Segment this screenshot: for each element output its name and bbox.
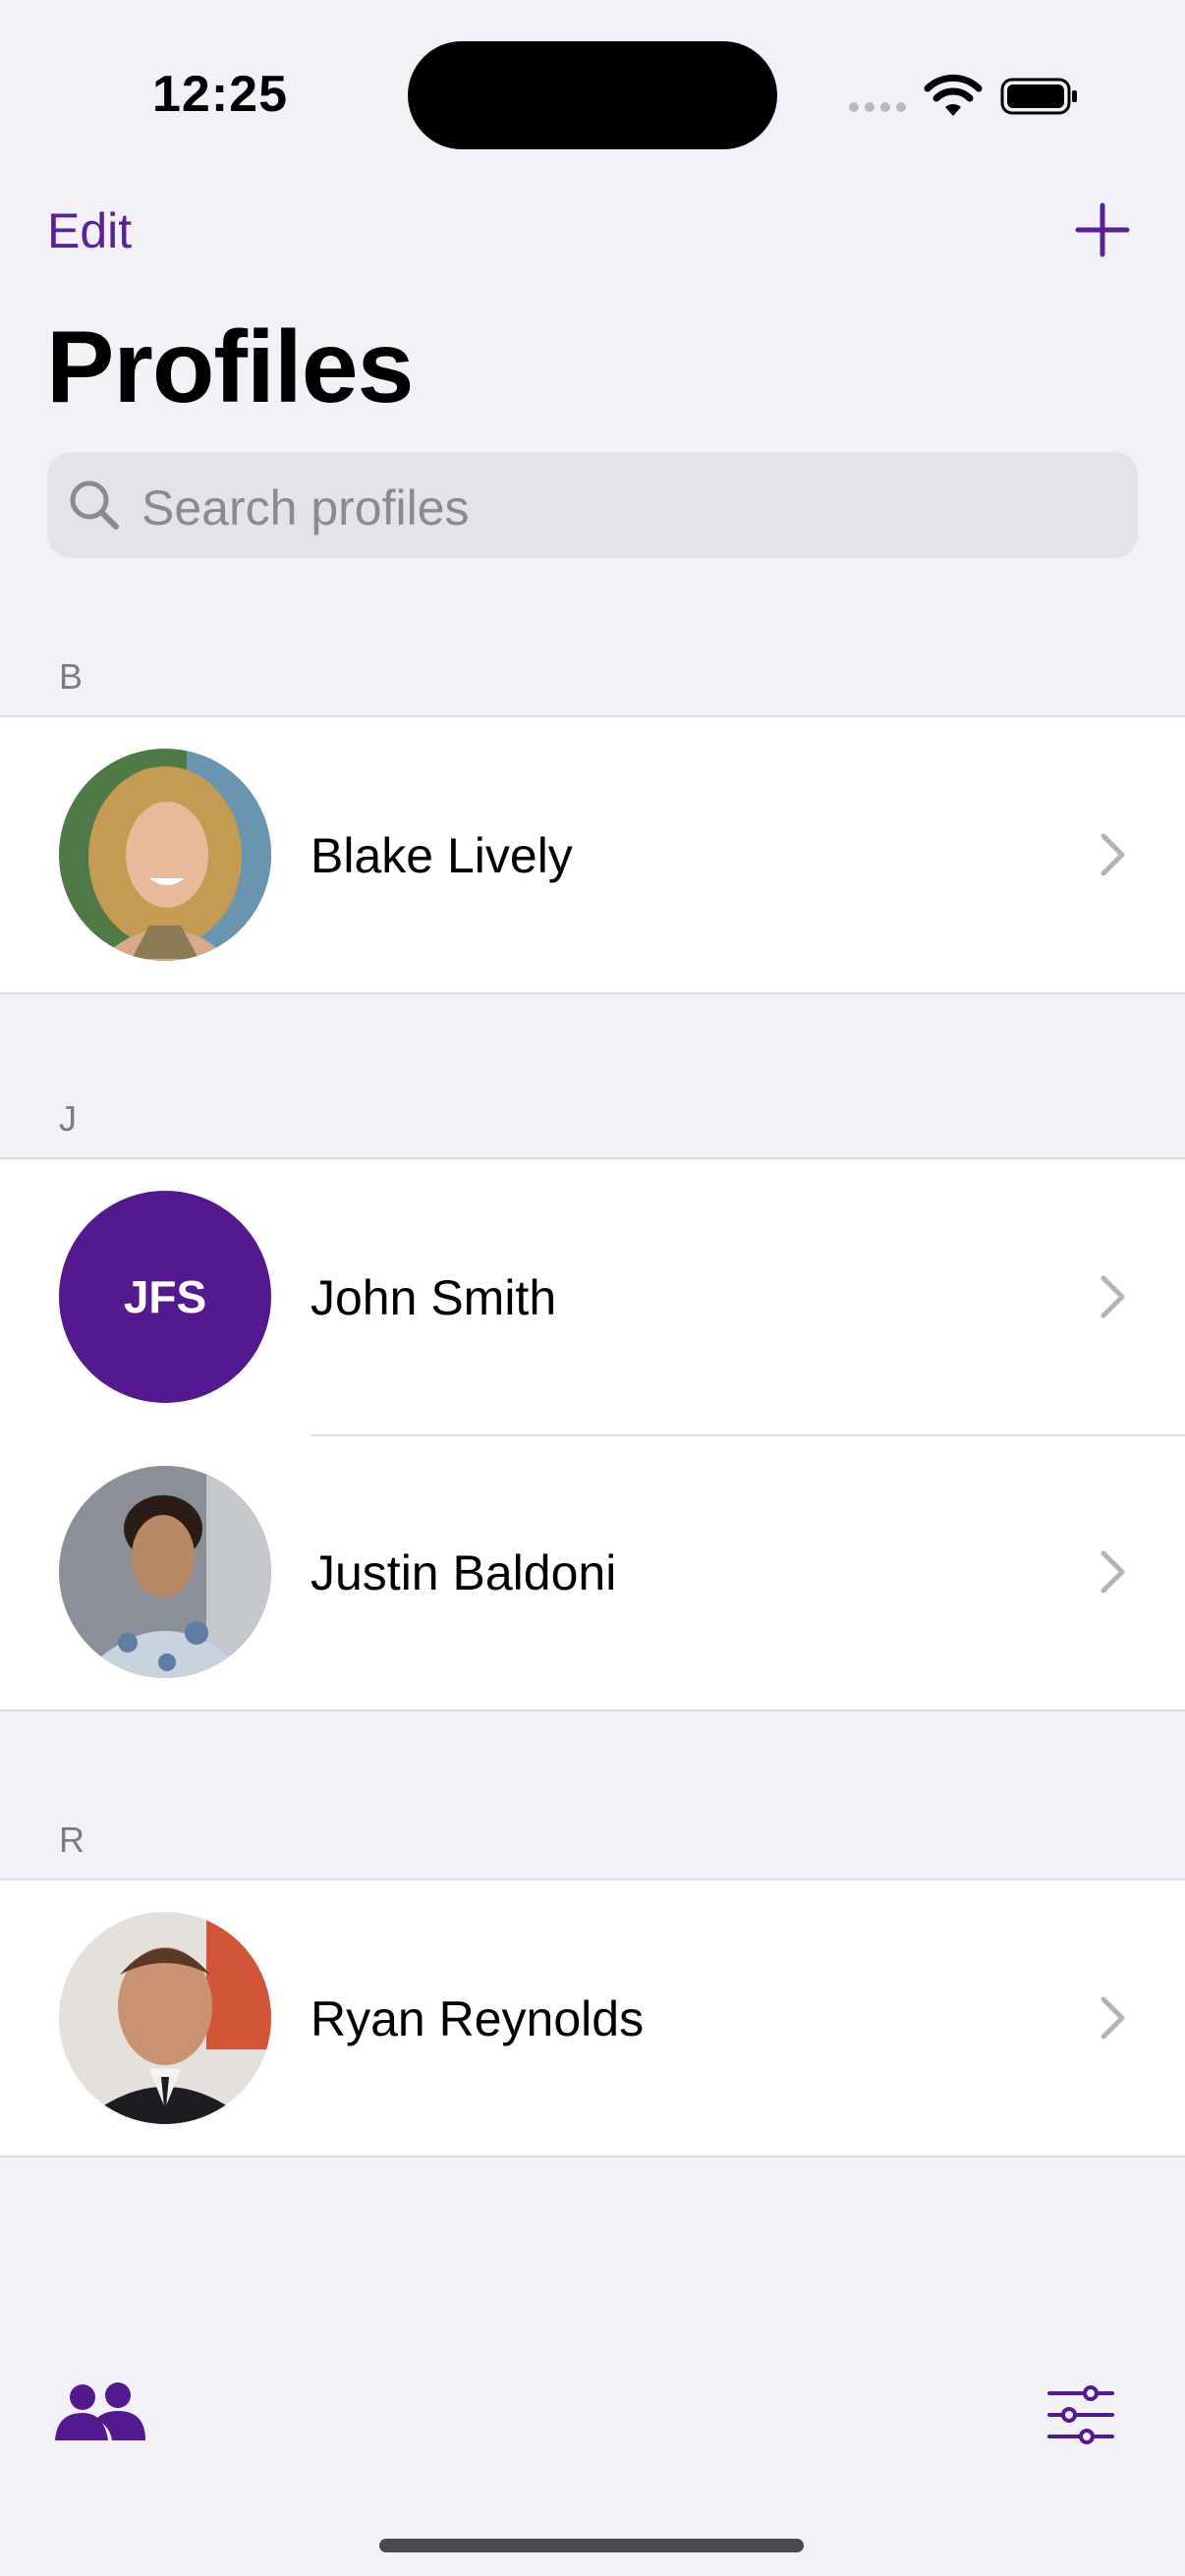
chevron-right-icon [1100,1550,1125,1594]
chevron-right-icon [1100,1996,1125,2040]
screen: 12:25 Edit Profiles Search profiles B Bl… [0,0,1185,2576]
avatar [59,1466,271,1678]
list-item[interactable]: Ryan Reynolds [0,1880,1185,2156]
profile-name: Justin Baldoni [310,1545,617,1600]
search-placeholder: Search profiles [141,480,470,535]
list-item[interactable]: Blake Lively [0,717,1185,992]
profile-name: Blake Lively [310,828,573,883]
profile-name: Ryan Reynolds [310,1991,645,2046]
wifi-icon [924,74,983,116]
section-header-j: J [59,1098,77,1139]
section-header-r: R [59,1820,85,1860]
list-item[interactable]: JFS John Smith [0,1159,1185,1434]
section-group-b: Blake Lively [0,715,1185,994]
section-header-b: B [59,656,84,697]
sliders-icon[interactable] [1047,2383,1114,2446]
list-item[interactable]: Justin Baldoni [0,1434,1185,1709]
section-group-r: Ryan Reynolds [0,1878,1185,2157]
avatar-initials: JFS [59,1191,271,1403]
section-group-j: JFS John Smith Justin Baldoni [0,1157,1185,1711]
avatar [59,1912,271,2124]
avatar [59,749,271,961]
dynamic-island [408,41,777,149]
cellular-signal-icon [849,102,906,112]
chevron-right-icon [1100,833,1125,876]
battery-icon [1000,78,1077,115]
profile-name: John Smith [310,1270,557,1325]
plus-icon[interactable] [1075,202,1130,257]
home-indicator [379,2539,804,2552]
page-title: Profiles [46,310,414,424]
status-time: 12:25 [152,66,288,123]
people-icon[interactable] [53,2381,147,2444]
search-icon [70,480,119,530]
search-input[interactable]: Search profiles [47,452,1138,558]
chevron-right-icon [1100,1275,1125,1318]
edit-button[interactable]: Edit [47,202,132,259]
